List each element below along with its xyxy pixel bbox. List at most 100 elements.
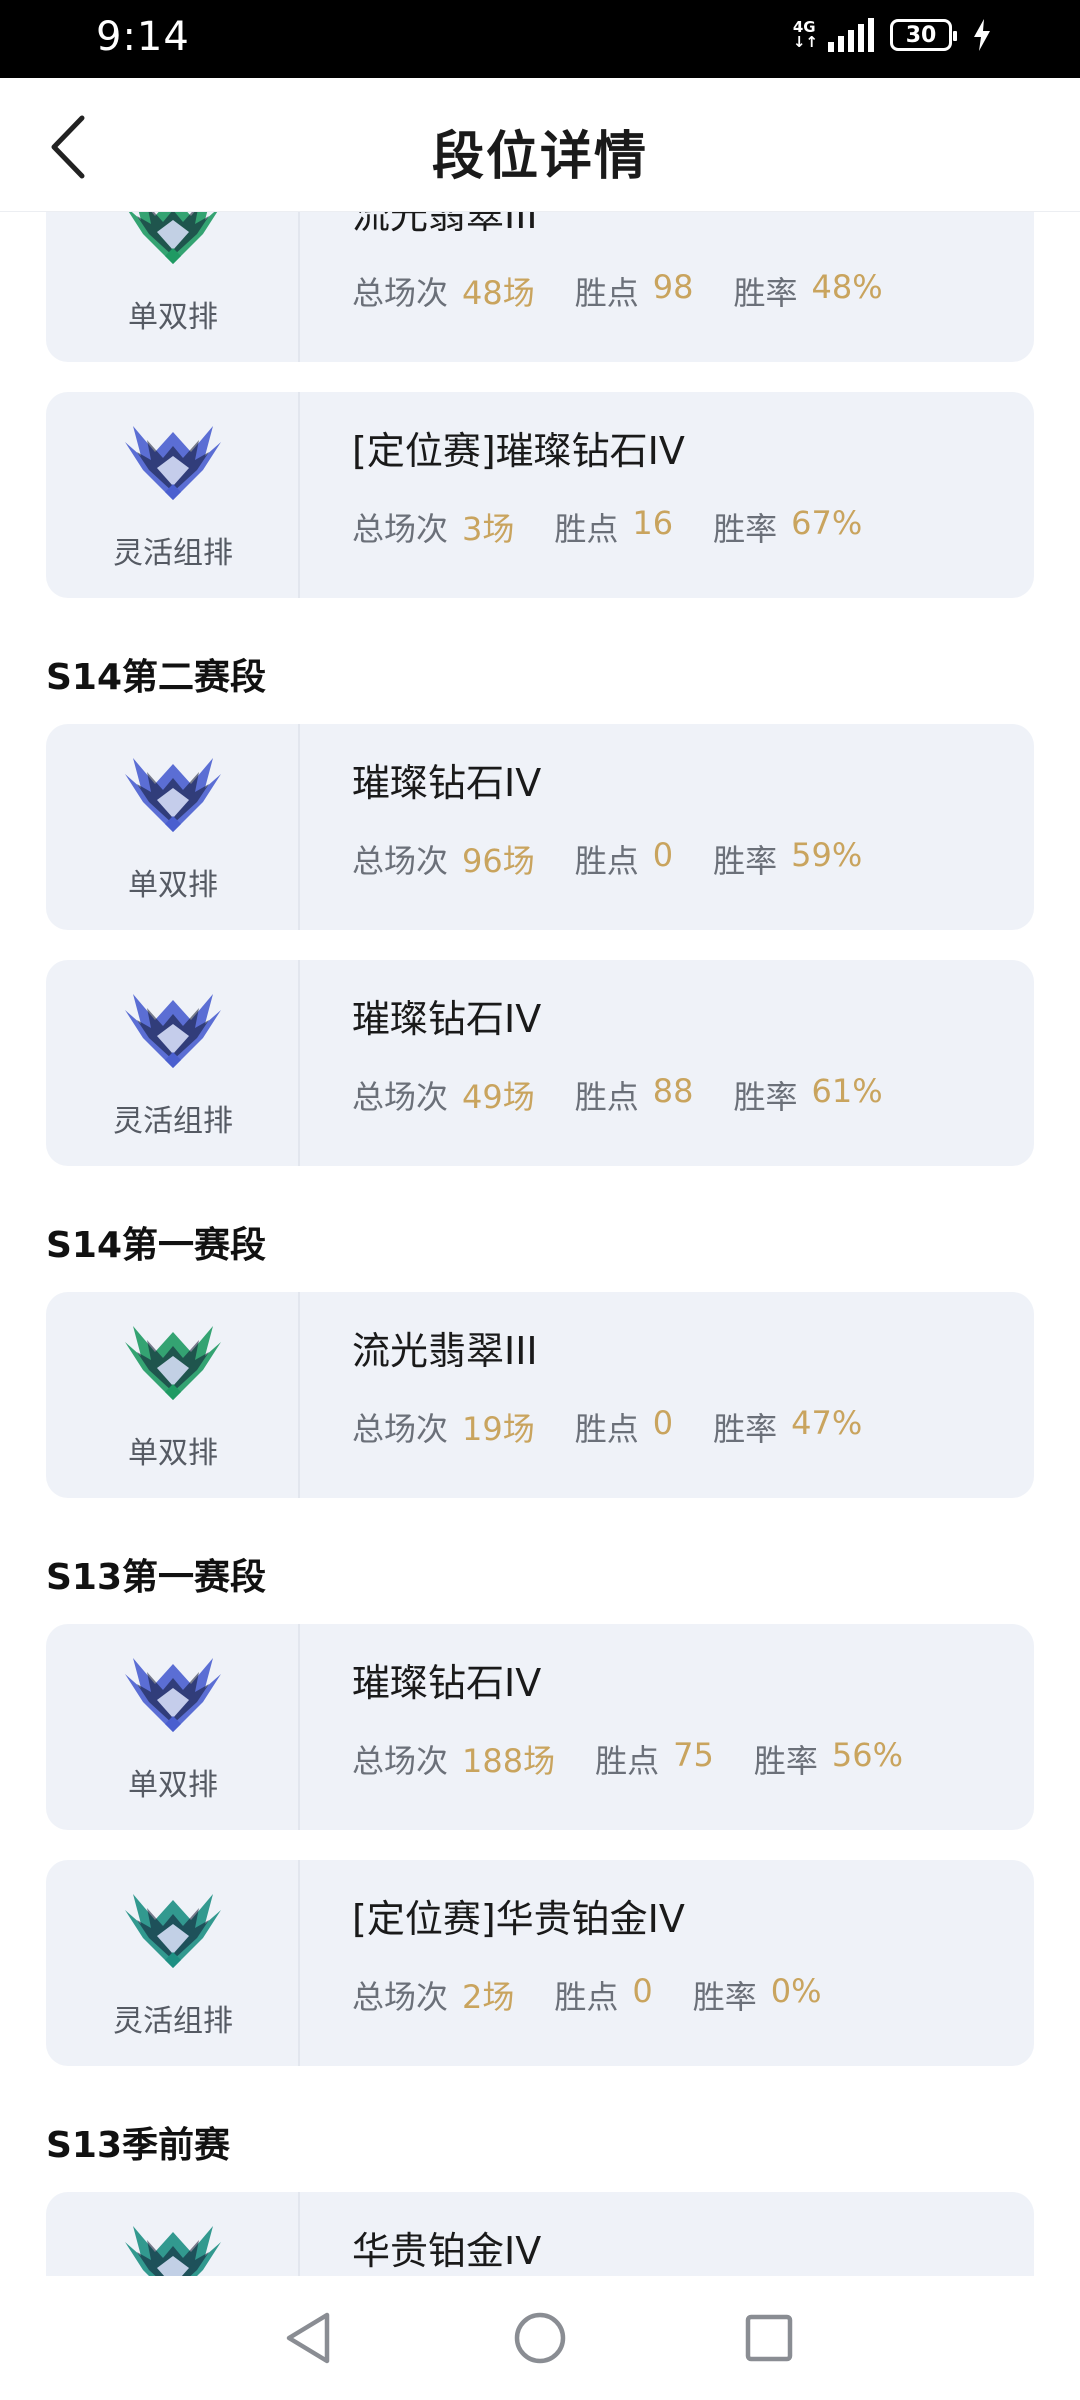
rank-card[interactable]: 单双排 流光翡翠III 总场次 48场 胜点 98 胜率 48% <box>46 212 1034 362</box>
rank-card[interactable]: 单双排 流光翡翠III 总场次 19场 胜点 0 胜率 47% <box>46 1292 1034 1498</box>
emerald-rank-emblem-icon <box>125 1326 221 1400</box>
points-stat: 胜点 75 <box>595 1736 714 1782</box>
rank-card[interactable]: 灵活组排 璀璨钻石IV 总场次 49场 胜点 88 胜率 61% <box>46 960 1034 1166</box>
points-label: 胜点 <box>554 510 619 548</box>
winrate-value: 61% <box>811 1072 883 1110</box>
points-stat: 胜点 98 <box>575 268 694 314</box>
rank-badge-column: 灵活组排 <box>46 392 300 598</box>
points-value: 0 <box>632 1972 653 2010</box>
games-label: 总场次 <box>352 510 449 548</box>
diamond-rank-emblem-icon <box>125 994 221 1068</box>
rank-badge-column: 单双排 <box>46 1624 300 1830</box>
rank-card[interactable]: 华贵铂金IV <box>46 2192 1034 2276</box>
points-stat: 胜点 16 <box>554 504 673 550</box>
emerald-rank-emblem-icon <box>128 212 218 264</box>
winrate-value: 48% <box>811 268 883 306</box>
games-label: 总场次 <box>352 1078 449 1116</box>
queue-type-label: 灵活组排 <box>113 536 233 571</box>
nav-home-button[interactable] <box>508 2306 572 2370</box>
points-value: 16 <box>632 504 674 542</box>
winrate-label: 胜率 <box>713 1410 778 1448</box>
nav-recents-button[interactable] <box>737 2306 801 2370</box>
winrate-label: 胜率 <box>733 1078 798 1116</box>
rank-badge-column: 灵活组排 <box>46 1860 300 2066</box>
rank-card[interactable]: 灵活组排 [定位赛]璀璨钻石IV 总场次 3场 胜点 16 胜率 67% <box>46 392 1034 598</box>
points-value: 75 <box>673 1736 714 1774</box>
games-value: 96场 <box>462 842 535 880</box>
winrate-label: 胜率 <box>692 1978 757 2016</box>
rank-name: 璀璨钻石IV <box>352 1661 542 1705</box>
rank-card[interactable]: 灵活组排 [定位赛]华贵铂金IV 总场次 2场 胜点 0 胜率 0% <box>46 1860 1034 2066</box>
charging-bolt-icon <box>974 19 990 51</box>
app-header: 段位详情 <box>0 78 1080 212</box>
games-value: 3场 <box>462 510 515 548</box>
winrate-label: 胜率 <box>753 1742 818 1780</box>
winrate-stat: 胜率 47% <box>713 1404 862 1450</box>
signal-icon <box>828 18 874 52</box>
points-value: 0 <box>652 836 674 874</box>
section-title: S14第一赛段 <box>46 1225 267 1266</box>
rank-name: 璀璨钻石IV <box>352 997 542 1041</box>
games-label: 总场次 <box>352 274 449 312</box>
points-label: 胜点 <box>574 274 639 312</box>
games-stat: 总场次 49场 <box>352 1072 535 1118</box>
winrate-value: 0% <box>770 1972 822 2010</box>
rank-name: 流光翡翠III <box>352 212 538 237</box>
points-stat: 胜点 88 <box>575 1072 694 1118</box>
winrate-value: 47% <box>791 1404 863 1442</box>
status-time: 9:14 <box>96 14 190 60</box>
points-stat: 胜点 0 <box>575 1404 673 1450</box>
rank-history-list[interactable]: 单双排 流光翡翠III 总场次 48场 胜点 98 胜率 48% 灵活组排 [定位赛]璀璨钻石IV… <box>0 212 1080 2276</box>
rank-name: 璀璨钻石IV <box>352 761 542 805</box>
circle-home-icon <box>514 2312 566 2364</box>
winrate-value: 59% <box>791 836 863 874</box>
points-label: 胜点 <box>554 1978 619 2016</box>
platinum-rank-emblem-icon <box>125 1894 221 1968</box>
rank-card[interactable]: 单双排 璀璨钻石IV 总场次 188场 胜点 75 胜率 56% <box>46 1624 1034 1830</box>
games-stat: 总场次 96场 <box>352 836 535 882</box>
winrate-stat: 胜率 0% <box>693 1972 822 2018</box>
winrate-label: 胜率 <box>713 510 778 548</box>
games-value: 188场 <box>462 1742 556 1780</box>
rank-card[interactable]: 单双排 璀璨钻石IV 总场次 96场 胜点 0 胜率 59% <box>46 724 1034 930</box>
winrate-stat: 胜率 56% <box>754 1736 903 1782</box>
winrate-stat: 胜率 59% <box>713 836 862 882</box>
diamond-rank-emblem-icon <box>125 1658 221 1732</box>
rank-stats: 总场次 48场 胜点 98 胜率 48% <box>352 268 923 314</box>
diamond-rank-emblem-icon <box>125 758 221 832</box>
nav-back-button[interactable] <box>276 2306 340 2370</box>
battery-icon: 30 <box>890 19 957 51</box>
games-label: 总场次 <box>352 1742 449 1780</box>
games-stat: 总场次 48场 <box>352 268 535 314</box>
games-value: 49场 <box>462 1078 535 1116</box>
rank-stats: 总场次 188场 胜点 75 胜率 56% <box>352 1736 943 1782</box>
rank-stats: 总场次 96场 胜点 0 胜率 59% <box>352 836 902 882</box>
rank-badge-column: 单双排 <box>46 724 300 930</box>
points-label: 胜点 <box>574 1078 639 1116</box>
games-stat: 总场次 3场 <box>352 504 514 550</box>
rank-badge-column: 单双排 <box>46 1292 300 1498</box>
rank-stats: 总场次 3场 胜点 16 胜率 67% <box>352 504 902 550</box>
queue-type-label: 单双排 <box>128 868 218 903</box>
section-title: S14第二赛段 <box>46 657 267 698</box>
status-icons: 4G ↓↑ 30 <box>793 18 992 52</box>
winrate-stat: 胜率 48% <box>733 268 882 314</box>
games-stat: 总场次 19场 <box>352 1404 535 1450</box>
points-label: 胜点 <box>595 1742 660 1780</box>
diamond-rank-emblem-icon <box>125 426 221 500</box>
winrate-value: 67% <box>791 504 863 542</box>
battery-level: 30 <box>905 22 937 48</box>
network-type: 4G ↓↑ <box>792 18 818 51</box>
queue-type-label: 单双排 <box>128 1768 218 1803</box>
rank-name: 华贵铂金IV <box>352 2229 542 2273</box>
rank-history-scroll: 单双排 流光翡翠III 总场次 48场 胜点 98 胜率 48% 灵活组排 [定位赛]璀璨钻石IV… <box>0 212 1080 2276</box>
points-value: 98 <box>652 268 694 306</box>
winrate-label: 胜率 <box>733 274 798 312</box>
rank-name: [定位赛]华贵铂金IV <box>352 1897 685 1941</box>
status-bar: 9:14 4G ↓↑ 30 <box>0 0 1080 78</box>
rank-badge-column <box>46 2192 300 2276</box>
rank-stats: 总场次 49场 胜点 88 胜率 61% <box>352 1072 923 1118</box>
points-value: 88 <box>652 1072 694 1110</box>
games-value: 2场 <box>462 1978 515 2016</box>
square-recents-icon <box>745 2314 793 2362</box>
